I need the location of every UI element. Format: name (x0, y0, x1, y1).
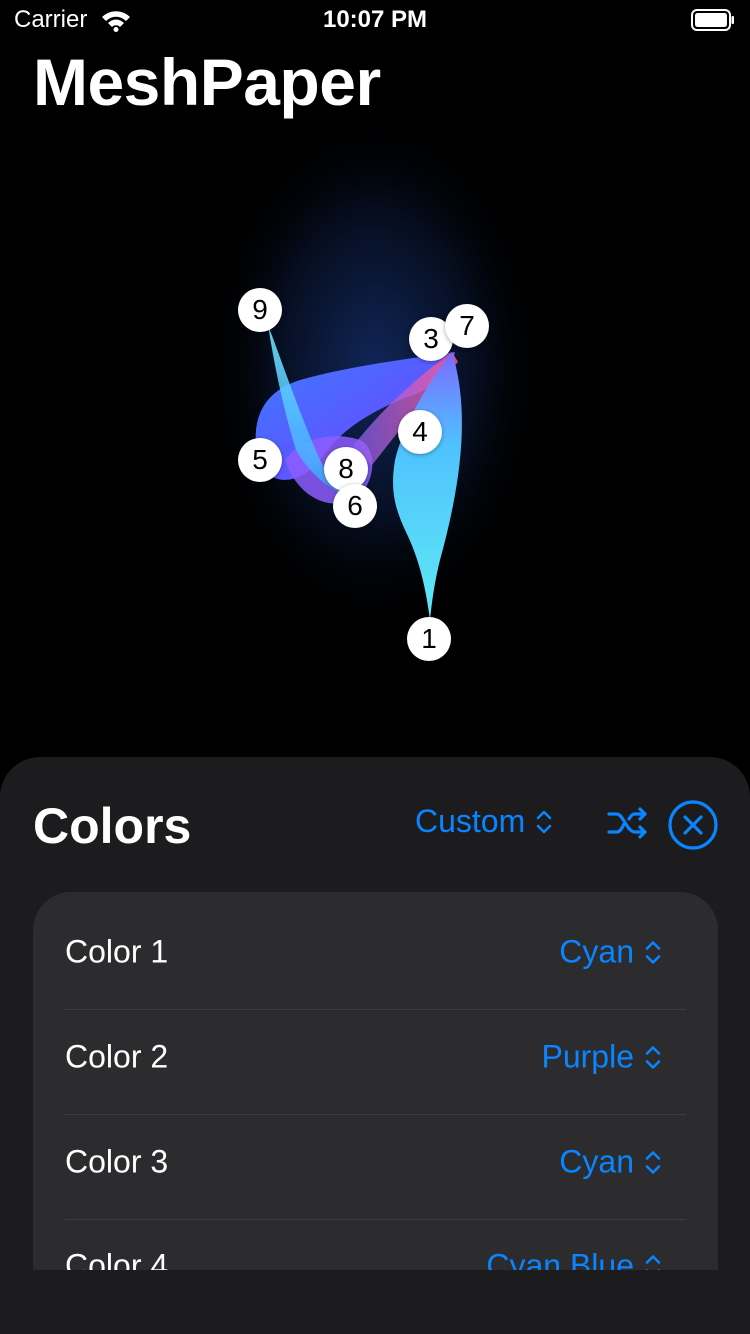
color-row-label: Color 4 (65, 1247, 169, 1271)
mesh-handle-6[interactable]: 6 (333, 484, 377, 528)
color-row-value[interactable]: Cyan (559, 934, 662, 971)
chevron-updown-icon (645, 1254, 661, 1270)
color-row-4[interactable]: Color 4 Cyan Blue (33, 1220, 718, 1270)
chevron-updown-icon (536, 810, 552, 833)
color-row-label: Color 3 (65, 1143, 169, 1180)
color-value-text: Cyan Blue (486, 1247, 634, 1271)
mesh-canvas[interactable]: 9 3 7 4 5 8 6 1 (0, 130, 750, 730)
bottom-safe-area (0, 1270, 750, 1334)
preset-picker-button[interactable]: Custom (415, 803, 553, 840)
mesh-handle-9[interactable]: 9 (238, 288, 282, 332)
color-row-1[interactable]: Color 1 Cyan (33, 906, 718, 1010)
color-row-value[interactable]: Cyan (559, 1144, 662, 1181)
battery-icon (691, 9, 734, 31)
color-value-text: Purple (541, 1038, 635, 1075)
divider (65, 1114, 686, 1115)
mesh-handle-4[interactable]: 4 (398, 410, 442, 454)
mesh-handle-1[interactable]: 1 (407, 617, 451, 661)
status-time: 10:07 PM (322, 6, 428, 33)
color-row-value[interactable]: Cyan Blue (486, 1247, 662, 1271)
chevron-updown-icon (645, 940, 661, 964)
preset-label: Custom (415, 803, 526, 839)
color-list: Color 1 Cyan Color 2 Purple Color 3 Cyan… (33, 892, 718, 1270)
sheet-title: Colors (33, 798, 192, 854)
app-title: MeshPaper (33, 45, 381, 119)
mesh-gradient-shape (205, 130, 545, 630)
color-value-text: Cyan (559, 933, 634, 970)
shuffle-icon[interactable] (607, 806, 649, 840)
color-row-3[interactable]: Color 3 Cyan (33, 1116, 718, 1220)
mesh-handle-7[interactable]: 7 (445, 304, 489, 348)
color-value-text: Cyan (559, 1143, 634, 1180)
colors-sheet: Colors Custom Color 1 Cyan Color 2 Purpl… (0, 757, 750, 1334)
color-row-value[interactable]: Purple (542, 1039, 663, 1076)
close-circle-icon[interactable] (667, 799, 719, 851)
color-row-2[interactable]: Color 2 Purple (33, 1011, 718, 1115)
divider (65, 1009, 686, 1010)
chevron-updown-icon (645, 1045, 661, 1069)
chevron-updown-icon (645, 1150, 661, 1174)
mesh-handle-5[interactable]: 5 (238, 438, 282, 482)
status-bar: Carrier 10:07 PM (0, 0, 750, 40)
color-row-label: Color 1 (65, 933, 169, 970)
color-row-label: Color 2 (65, 1038, 169, 1075)
